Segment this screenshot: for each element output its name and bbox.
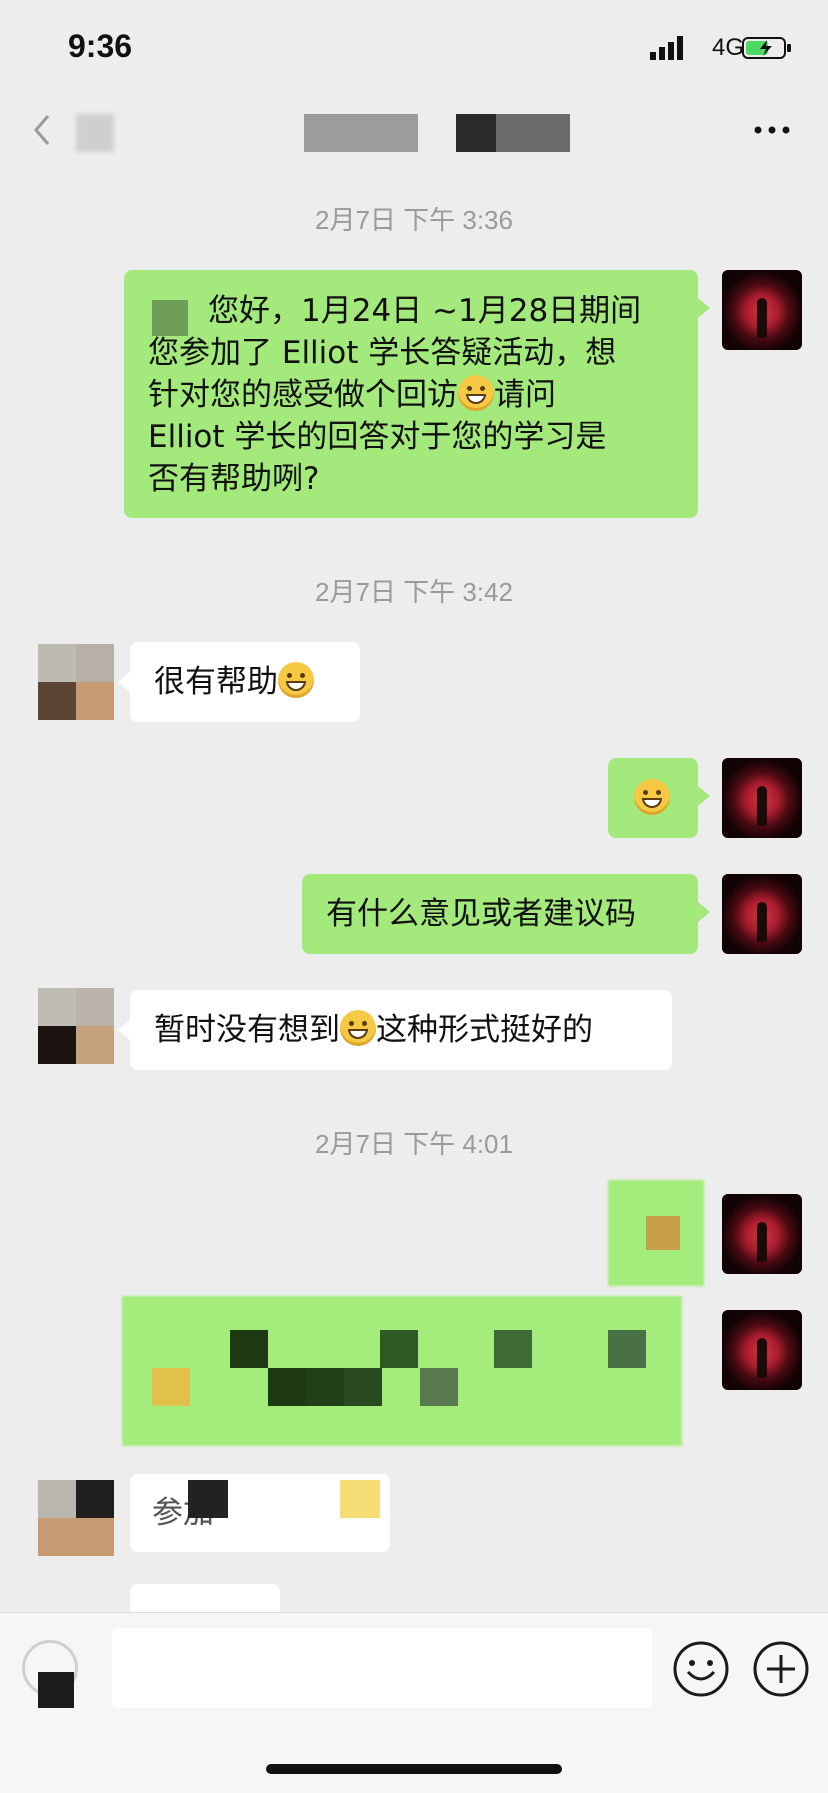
battery-icon [742,37,791,59]
smug-emoji-icon [278,662,314,698]
avatar[interactable] [38,1480,114,1556]
chat-title-redacted [76,114,114,152]
message-line: 您好，1月24日 ~1月28日期间 [208,293,642,329]
grin-emoji-icon [634,779,670,815]
status-time: 9:36 [68,28,133,64]
redacted-block [340,1480,380,1518]
message-bubble-sent[interactable]: 您好，1月24日 ~1月28日期间 您参加了 Elliot 学长答疑活动，想 针… [124,270,698,518]
message-line: 您参加了 Elliot 学长答疑活动，想 [148,335,617,371]
bubble-tail [698,298,710,318]
message-input[interactable] [112,1628,652,1708]
emoji-icon[interactable] [672,1640,730,1698]
message-line: 否有帮助咧? [148,461,320,497]
chat-title-redacted [456,114,496,152]
redacted-block [646,1216,680,1250]
message-text: 这种形式挺好的 [376,1012,593,1048]
redacted-mosaic [122,1296,682,1446]
timestamp: 2月7日 下午 3:36 [315,205,513,235]
plus-icon[interactable] [752,1640,810,1698]
home-indicator [266,1764,562,1774]
avatar[interactable] [722,874,802,954]
grin-emoji-icon [458,375,494,411]
message-bubble-received[interactable]: 很有帮助 [130,642,360,722]
avatar[interactable] [722,1194,802,1274]
redacted-block [188,1480,228,1518]
avatar[interactable] [722,270,802,350]
message-text: 暂时没有想到 [154,1012,340,1048]
message-text: 很有帮助 [154,664,278,700]
message-bubble-received[interactable]: 暂时没有想到 这种形式挺好的 [130,990,672,1070]
bubble-tail [698,786,710,806]
timestamp: 2月7日 下午 3:42 [315,577,513,607]
bubble-tail [118,1020,130,1040]
avatar[interactable] [38,988,114,1064]
message-bubble-sent[interactable] [608,758,698,838]
timestamp: 2月7日 下午 4:01 [315,1129,513,1159]
message-line: Elliot 学长的回答对于您的学习是 [148,419,607,455]
bubble-tail [118,672,130,692]
avatar[interactable] [722,758,802,838]
redacted-block [38,1672,74,1708]
back-chevron-icon[interactable] [28,110,58,150]
more-icon[interactable] [752,122,792,138]
avatar[interactable] [38,644,114,720]
bubble-tail [698,902,710,922]
chat-title-redacted [496,114,570,152]
redacted-name [152,300,188,336]
message-text: 有什么意见或者建议码 [326,896,636,932]
message-line: 针对您的感受做个回访 请问 [148,375,556,413]
avatar[interactable] [722,1310,802,1390]
network-type: 4G [712,34,745,61]
message-bubble-sent[interactable]: 有什么意见或者建议码 [302,874,698,954]
signal-icon [650,36,683,60]
chat-title-redacted [304,114,418,152]
laugh-cry-emoji-icon [340,1010,376,1046]
